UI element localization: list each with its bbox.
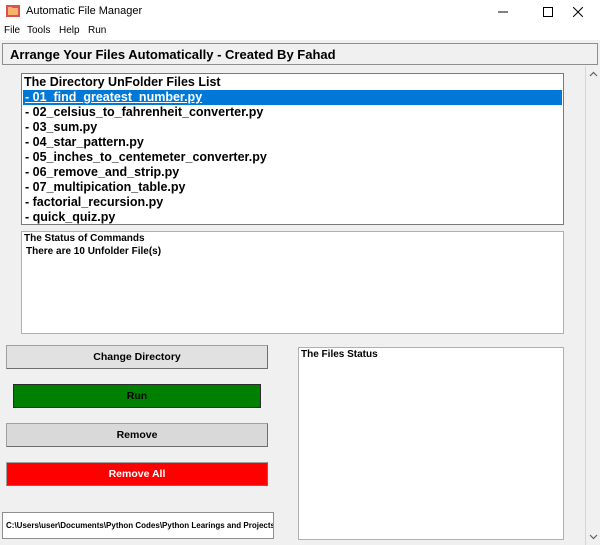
folder-app-icon [6,5,20,17]
list-item[interactable]: - 07_multipication_table.py [23,180,562,195]
list-item[interactable]: - quick_quiz.py [23,210,562,225]
scroll-up-button[interactable] [586,66,600,82]
menu-file[interactable]: File [4,25,20,36]
menu-tools[interactable]: Tools [27,25,50,36]
unfolder-files-listbox[interactable]: The Directory UnFolder Files List - 01_f… [21,73,564,225]
maximize-icon [542,6,553,17]
change-directory-button[interactable]: Change Directory [6,345,268,369]
header-title: Arrange Your Files Automatically - Creat… [10,47,336,62]
chevron-up-icon [589,71,598,77]
command-status-message: There are 10 Unfolder File(s) [26,246,162,257]
list-item-label: - 01_find_greatest_number.py [25,90,203,104]
minimize-icon [497,11,508,12]
list-item[interactable]: - 01_find_greatest_number.py [23,90,562,105]
directory-path-field[interactable]: C:\Users\user\Documents\Python Codes\Pyt… [2,512,274,539]
list-item[interactable]: - 03_sum.py [23,120,562,135]
scroll-down-button[interactable] [586,529,600,545]
command-status-title: The Status of Commands [24,233,145,244]
header-bar: Arrange Your Files Automatically - Creat… [2,43,598,65]
run-button[interactable]: Run [13,384,261,408]
menu-bar: File Tools Help Run [0,23,600,40]
remove-button[interactable]: Remove [6,423,268,447]
close-icon [572,6,583,17]
command-status-box[interactable]: The Status of Commands There are 10 Unfo… [21,231,564,334]
vertical-scrollbar[interactable] [585,66,600,545]
list-item[interactable]: - 02_celsius_to_fahrenheit_converter.py [23,105,562,120]
list-item[interactable]: - 06_remove_and_strip.py [23,165,562,180]
close-button[interactable] [555,0,600,23]
chevron-down-icon [589,534,598,540]
files-list-heading: The Directory UnFolder Files List [24,75,221,89]
minimize-button[interactable] [480,0,525,23]
list-item[interactable]: - 05_inches_to_centemeter_converter.py [23,150,562,165]
window-title: Automatic File Manager [26,5,143,17]
remove-all-button[interactable]: Remove All [6,462,268,486]
files-status-title: The Files Status [301,349,378,360]
menu-help[interactable]: Help [59,25,80,36]
files-status-box[interactable]: The Files Status [298,347,564,540]
menu-run[interactable]: Run [88,25,106,36]
directory-path-value: C:\Users\user\Documents\Python Codes\Pyt… [6,521,274,530]
list-item[interactable]: - factorial_recursion.py [23,195,562,210]
title-bar: Automatic File Manager [0,0,600,23]
list-item[interactable]: - 04_star_pattern.py [23,135,562,150]
